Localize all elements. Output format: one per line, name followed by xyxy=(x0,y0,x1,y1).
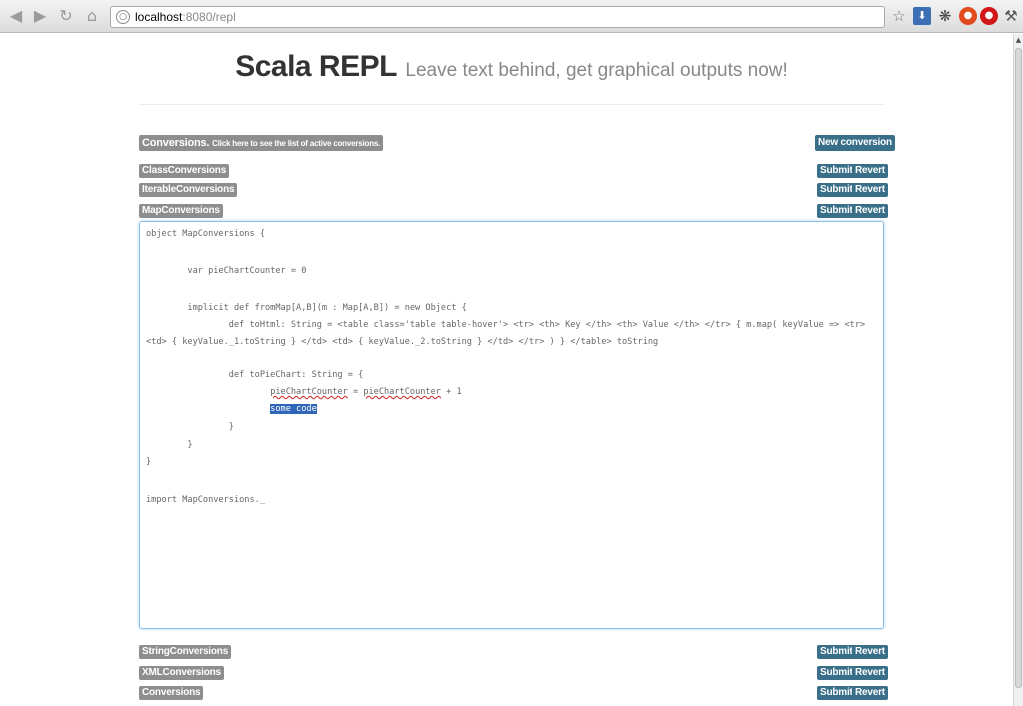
bookmark-star-icon[interactable]: ☆ xyxy=(890,7,908,25)
scroll-up-icon[interactable]: ▲ xyxy=(1014,34,1023,46)
conversion-item[interactable]: ClassConversions xyxy=(139,164,230,178)
url-path: :8080/repl xyxy=(182,10,236,24)
code-line: def toHtml: String = <table class='table… xyxy=(146,320,866,330)
submit-button[interactable]: Submit xyxy=(817,666,856,680)
back-icon[interactable]: ◀ xyxy=(6,6,26,26)
revert-button[interactable]: Revert xyxy=(852,686,888,700)
conversions-toggle[interactable]: Conversions. Click here to see the list … xyxy=(139,135,384,151)
code-fragment: = xyxy=(347,387,364,397)
code-content: object MapConversions { var pieChartCoun… xyxy=(146,229,865,505)
code-line-selection: some code xyxy=(146,404,317,415)
code-line: import MapConversions._ xyxy=(146,495,265,505)
code-line: } xyxy=(146,440,193,450)
code-editor[interactable]: object MapConversions { var pieChartCoun… xyxy=(139,221,884,629)
vertical-scrollbar[interactable]: ▲ xyxy=(1013,34,1023,706)
submit-button[interactable]: Submit xyxy=(817,645,856,659)
code-line: } xyxy=(146,457,152,467)
conversions-hint: Click here to see the list of active con… xyxy=(212,139,381,148)
conversion-item[interactable]: MapConversions xyxy=(139,204,223,218)
forward-icon[interactable]: ▶ xyxy=(30,6,50,26)
submit-button[interactable]: Submit xyxy=(817,164,856,178)
gear-extension-icon[interactable]: ❋ xyxy=(936,7,954,25)
revert-button[interactable]: Revert xyxy=(852,164,888,178)
spell-error-word: pieChartCounter xyxy=(270,387,348,397)
conversion-item[interactable]: XMLConversions xyxy=(139,666,224,680)
code-line: <td> { keyValue._1.toString } </td> <td>… xyxy=(146,337,659,347)
submit-button[interactable]: Submit xyxy=(817,204,856,218)
submit-button[interactable]: Submit xyxy=(817,183,856,197)
revert-button[interactable]: Revert xyxy=(852,666,888,680)
conversion-item[interactable]: StringConversions xyxy=(139,645,232,659)
browser-toolbar: ◀ ▶ ↻ ⌂ ○ localhost:8080/repl ☆ ⬇ ❋ ● ● … xyxy=(0,0,1023,33)
revert-button[interactable]: Revert xyxy=(852,183,888,197)
spell-error-word: pieChartCounter xyxy=(363,387,441,397)
title-divider xyxy=(139,104,884,105)
revert-button[interactable]: Revert xyxy=(852,645,888,659)
conversion-item[interactable]: IterableConversions xyxy=(139,183,238,197)
code-line: } xyxy=(146,422,234,432)
page-title: Scala REPL Leave text behind, get graphi… xyxy=(139,50,884,84)
url-host: localhost xyxy=(135,10,183,24)
address-bar[interactable]: ○ localhost:8080/repl xyxy=(110,6,885,28)
conversions-label: Conversions. xyxy=(142,137,210,149)
home-icon[interactable]: ⌂ xyxy=(82,6,102,26)
url-text: localhost:8080/repl xyxy=(135,9,236,26)
scroll-thumb[interactable] xyxy=(1015,48,1022,688)
new-conversion-button[interactable]: New conversion xyxy=(815,135,895,151)
page-info-icon[interactable]: ○ xyxy=(116,10,130,24)
code-line-counter: pieChartCounter = pieChartCounter + 1 xyxy=(146,387,462,398)
title-main: Scala REPL xyxy=(235,50,397,83)
wrench-icon[interactable]: ⚒ xyxy=(1002,7,1020,25)
red-extension-icon[interactable]: ● xyxy=(959,7,977,25)
title-subtitle: Leave text behind, get graphical outputs… xyxy=(405,60,788,81)
code-line: object MapConversions { xyxy=(146,229,265,239)
selected-text: some code xyxy=(270,404,317,414)
code-fragment: + 1 xyxy=(440,387,462,397)
code-line: implicit def fromMap[A,B](m : Map[A,B]) … xyxy=(146,303,467,313)
submit-button[interactable]: Submit xyxy=(817,686,856,700)
reload-icon[interactable]: ↻ xyxy=(56,6,76,26)
code-line: var pieChartCounter = 0 xyxy=(146,266,307,276)
revert-button[interactable]: Revert xyxy=(852,204,888,218)
code-line: def toPieChart: String = { xyxy=(146,370,364,380)
block-extension-icon[interactable]: ● xyxy=(980,7,998,25)
download-extension-icon[interactable]: ⬇ xyxy=(913,7,931,25)
conversion-item[interactable]: Conversions xyxy=(139,686,204,700)
